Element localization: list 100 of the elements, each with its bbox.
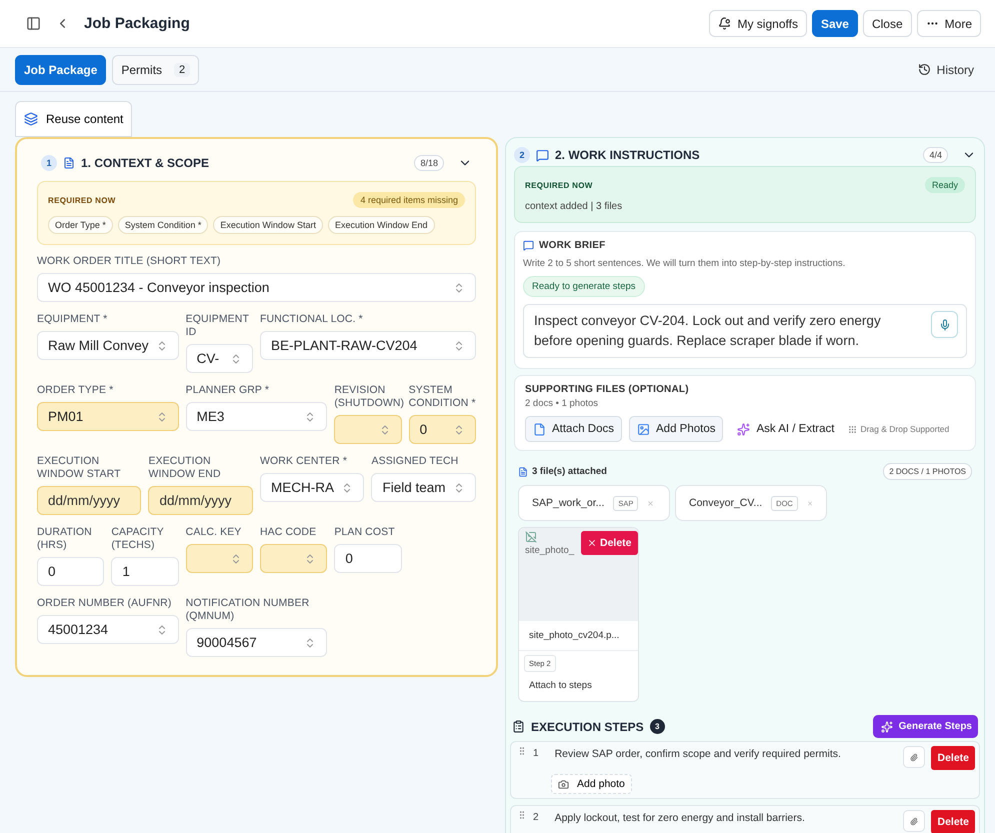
paperclip-icon xyxy=(910,752,918,762)
select-field[interactable]: 0 xyxy=(408,415,476,444)
grip-icon xyxy=(848,424,858,434)
field-label: CAPACITY (TECHS) xyxy=(111,526,165,552)
progress-count: 4/4 xyxy=(923,147,948,163)
bell-icon xyxy=(718,17,732,30)
attach-button[interactable] xyxy=(903,810,926,832)
header-button[interactable]: More xyxy=(916,10,981,37)
required-chip[interactable]: Order Type * xyxy=(48,216,113,234)
step-number: 2 xyxy=(533,812,539,823)
file-action-button[interactable]: Add Photos xyxy=(629,416,724,442)
required-chip[interactable]: Execution Window Start xyxy=(213,216,323,234)
field-label: DURATION (HRS) xyxy=(37,526,93,552)
section-number: 1 xyxy=(41,155,57,171)
drag-handle-icon[interactable] xyxy=(517,810,527,820)
document-icon xyxy=(533,422,546,436)
add-photo-button[interactable]: Add photo xyxy=(551,774,632,794)
status-badge: Ready xyxy=(924,177,965,193)
paperclip-icon xyxy=(910,816,918,826)
step-number: 1 xyxy=(533,748,539,759)
document-icon xyxy=(63,157,75,169)
field-label: PLANNER GRP * xyxy=(186,384,270,397)
header-button[interactable]: Save xyxy=(812,10,858,37)
step-count: 3 xyxy=(650,719,665,734)
required-heading: REQUIRED NOW xyxy=(48,196,116,204)
required-chip[interactable]: System Condition * xyxy=(118,216,208,234)
progress-count: 8/18 xyxy=(414,155,444,171)
sparkles-icon xyxy=(880,720,893,732)
brief-field[interactable]: Inspect conveyor CV-204. Lock out and verify zero energy before opening guards. Replace scraper blade if worn. xyxy=(523,304,967,358)
select-field[interactable]: WO 45001234 - Conveyor inspection xyxy=(37,273,476,302)
field-label: ORDER NUMBER (AUFNR) xyxy=(37,597,172,610)
section-title: 1. CONTEXT & SCOPE xyxy=(81,156,210,170)
attached-summary: 3 file(s) attached xyxy=(518,466,607,477)
select-field[interactable] xyxy=(260,544,328,573)
select-field[interactable]: PM01 xyxy=(37,402,179,431)
camera-icon xyxy=(558,778,569,790)
status-pill: Ready to generate steps xyxy=(523,276,645,297)
field-label: EXECUTION WINDOW END xyxy=(148,455,222,481)
input-field[interactable]: 0 xyxy=(37,557,104,586)
attach-to-steps-link[interactable]: Attach to steps xyxy=(519,672,638,701)
drop-hint: Drag & Drop Supported xyxy=(848,424,950,434)
hint-text: Write 2 to 5 short sentences. We will turn them into step-by-step instructions. xyxy=(523,258,846,269)
file-action-button[interactable]: Attach Docs xyxy=(525,416,622,442)
delete-button[interactable]: Delete xyxy=(581,531,638,555)
delete-button[interactable]: Delete xyxy=(931,746,975,770)
field-label: EQUIPMENT * xyxy=(37,313,108,326)
field-label: EQUIPMENT ID xyxy=(186,313,250,339)
close-icon xyxy=(587,538,597,548)
field-label: FUNCTIONAL LOC. * xyxy=(260,313,364,326)
file-action-button[interactable]: Ask AI / Extract xyxy=(730,416,842,442)
section-title: 2. WORK INSTRUCTIONS xyxy=(555,148,700,162)
select-field[interactable]: Raw Mill Convey xyxy=(37,331,179,360)
select-field[interactable]: 45001234 xyxy=(37,615,179,644)
select-field[interactable]: 90004567 xyxy=(186,628,328,657)
status-badge: 4 required items missing xyxy=(353,192,465,208)
input-field[interactable]: 1 xyxy=(111,557,179,586)
message-icon xyxy=(536,148,549,162)
photo-name: site_photo_cv204.p... xyxy=(519,621,638,651)
image-icon xyxy=(637,422,650,436)
history-icon xyxy=(918,63,931,76)
generate-steps-button[interactable]: Generate Steps xyxy=(872,715,978,738)
delete-button[interactable]: Delete xyxy=(931,810,975,833)
date-field[interactable]: dd/mm/yyyy xyxy=(37,486,142,515)
message-icon xyxy=(523,240,534,251)
sidebar-toggle-icon[interactable] xyxy=(26,16,41,31)
image-alt-text: site_photo_ xyxy=(525,545,576,556)
broken-image-icon xyxy=(525,531,537,543)
page-title: Job Packaging xyxy=(84,15,190,32)
file-counts: 2 DOCS / 1 PHOTOS xyxy=(883,463,972,480)
attach-button[interactable] xyxy=(903,746,926,768)
field-label: REVISION (SHUTDOWN) xyxy=(334,384,402,410)
step-text: Review SAP order, confirm scope and verify required permits. xyxy=(554,748,842,760)
document-icon xyxy=(518,466,528,476)
select-field[interactable] xyxy=(186,544,253,573)
section-number: 2 xyxy=(514,147,530,163)
select-field[interactable]: BE-PLANT-RAW-CV204 xyxy=(260,331,476,360)
files-summary: 2 docs • 1 photos xyxy=(525,398,600,409)
date-field[interactable]: dd/mm/yyyy xyxy=(148,486,253,515)
microphone-button[interactable] xyxy=(931,311,958,338)
reuse-content-button[interactable]: Reuse content xyxy=(15,101,132,137)
input-field[interactable]: 0 xyxy=(334,544,402,573)
select-field[interactable] xyxy=(334,415,402,444)
select-field[interactable]: CV- xyxy=(186,344,253,373)
history-button[interactable]: History xyxy=(912,62,980,78)
field-label: EXECUTION WINDOW START xyxy=(37,455,122,481)
select-field[interactable]: ME3 xyxy=(186,402,328,431)
required-heading: REQUIRED NOW xyxy=(525,180,593,190)
select-field[interactable]: MECH-RA xyxy=(260,473,364,502)
tab[interactable]: Job Package xyxy=(15,54,106,84)
drag-handle-icon[interactable] xyxy=(517,746,527,756)
select-field[interactable]: Field team xyxy=(371,473,476,502)
header-button[interactable]: My signoffs xyxy=(709,10,807,37)
field-label: HAC CODE xyxy=(260,526,318,539)
field-label: CALC. KEY xyxy=(186,526,242,539)
field-label: ASSIGNED TECH xyxy=(371,455,460,468)
tab[interactable]: Permits 2 xyxy=(112,54,200,84)
required-chip[interactable]: Execution Window End xyxy=(328,216,435,234)
header-button[interactable]: Close xyxy=(862,10,912,37)
field-label: NOTIFICATION NUMBER (QMNUM) xyxy=(186,597,310,623)
sparkles-icon xyxy=(737,422,750,436)
